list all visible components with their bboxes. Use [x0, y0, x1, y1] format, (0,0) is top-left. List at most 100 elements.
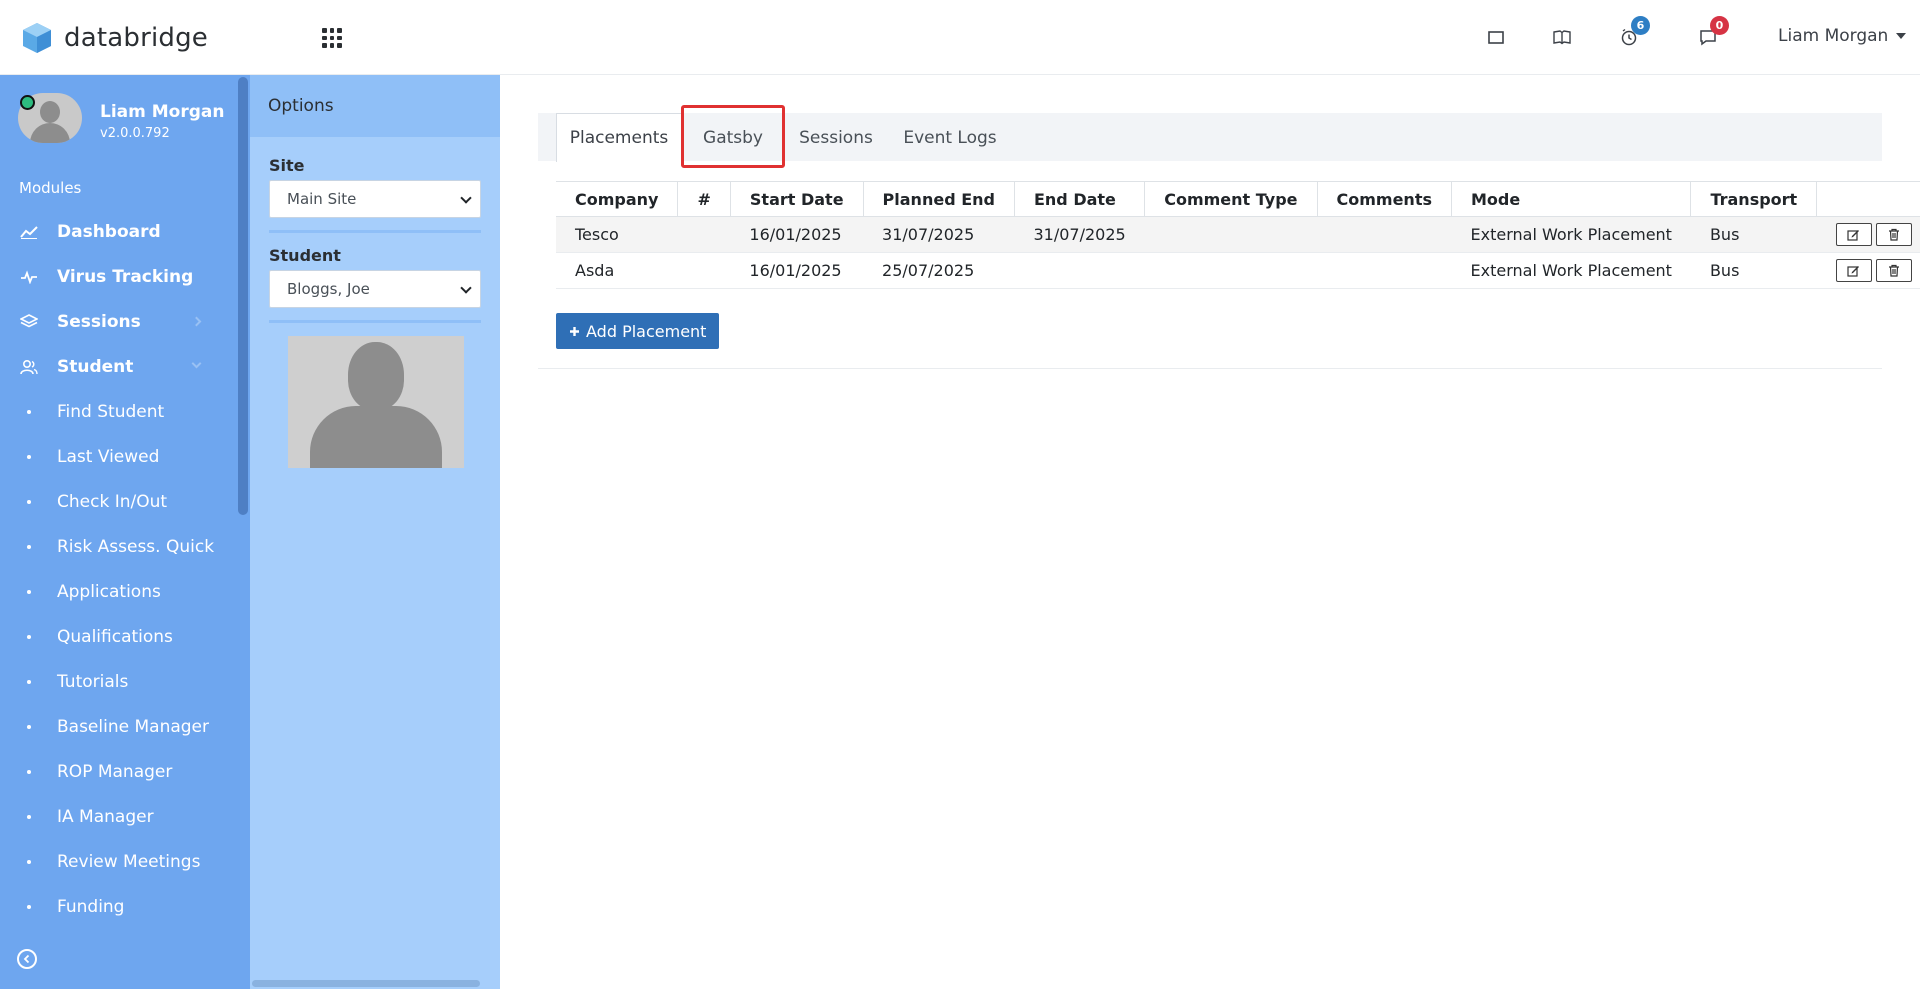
- logo[interactable]: databridge: [22, 22, 208, 54]
- sidebar-subitem-ia-manager[interactable]: IA Manager: [0, 794, 240, 839]
- sidebar-item-sessions[interactable]: Sessions: [0, 299, 240, 344]
- online-status-dot: [20, 95, 35, 110]
- table-header-row: Company # Start Date Planned End End Dat…: [556, 181, 1920, 217]
- cell-company: Tesco: [556, 216, 678, 253]
- sidebar-subitem-find-student[interactable]: Find Student: [0, 389, 240, 434]
- logo-text: databridge: [64, 23, 208, 53]
- cell-comments: [1317, 252, 1452, 289]
- site-label: Site: [269, 156, 305, 175]
- sidebar-subitem-tutorials[interactable]: Tutorials: [0, 659, 240, 704]
- sidebar: Liam Morgan v2.0.0.792 Modules Dashboard…: [0, 75, 250, 989]
- layers-icon: [20, 313, 38, 331]
- user-menu-name: Liam Morgan: [1778, 26, 1889, 46]
- options-panel: Options Site Main Site Student Bloggs, J…: [250, 75, 500, 989]
- divider: [269, 320, 481, 323]
- chevron-down-icon: [191, 358, 202, 369]
- chevron-down-icon: [460, 192, 472, 204]
- message-icon[interactable]: 0: [1696, 16, 1729, 49]
- sidebar-subitem-last-viewed[interactable]: Last Viewed: [0, 434, 240, 479]
- sidebar-subitem-baseline-manager[interactable]: Baseline Manager: [0, 704, 240, 749]
- column-header: Transport: [1690, 181, 1818, 217]
- student-photo: [288, 336, 464, 468]
- delete-button[interactable]: [1875, 223, 1912, 246]
- cube-logo-icon: [23, 23, 51, 53]
- apps-grid-icon[interactable]: [322, 28, 342, 48]
- delete-button[interactable]: [1875, 259, 1912, 282]
- edit-button[interactable]: [1835, 223, 1872, 246]
- sidebar-subitem-label: Review Meetings: [57, 851, 201, 872]
- tab-event-logs[interactable]: Event Logs: [888, 113, 1012, 162]
- sidebar-subitem-review-meetings[interactable]: Review Meetings: [0, 839, 240, 884]
- sidebar-item-virus-tracking[interactable]: Virus Tracking: [0, 254, 240, 299]
- sidebar-subitem-label: Applications: [57, 581, 161, 602]
- tab-label: Sessions: [799, 127, 873, 148]
- student-select[interactable]: Bloggs, Joe: [269, 270, 481, 308]
- column-header: Comment Type: [1144, 181, 1318, 217]
- divider: [538, 368, 1882, 369]
- sidebar-subitem-applications[interactable]: Applications: [0, 569, 240, 614]
- column-header: Company: [556, 181, 679, 217]
- options-title: Options: [250, 75, 500, 137]
- users-icon: [20, 358, 38, 376]
- cell-mode: External Work Placement: [1451, 252, 1691, 289]
- column-header: [1816, 181, 1920, 217]
- cell-transport: Bus: [1690, 252, 1817, 289]
- sidebar-subitem-label: Funding: [57, 896, 125, 917]
- sidebar-subitem-risk-assess-quick[interactable]: Risk Assess. Quick: [0, 524, 240, 569]
- collapse-sidebar-icon[interactable]: [17, 949, 37, 969]
- sidebar-subitem-check-in-out[interactable]: Check In/Out: [0, 479, 240, 524]
- sidebar-subitem-label: Risk Assess. Quick: [57, 536, 215, 557]
- table-row: Tesco 16/01/2025 31/07/2025 31/07/2025 E…: [556, 216, 1920, 253]
- cell-actions: [1816, 216, 1920, 253]
- column-header: Mode: [1451, 181, 1692, 217]
- add-placement-label: Add Placement: [586, 321, 707, 341]
- edit-button[interactable]: [1835, 259, 1872, 282]
- options-scrollbar[interactable]: [252, 980, 480, 987]
- site-select[interactable]: Main Site: [269, 180, 481, 218]
- sidebar-item-label: Student: [57, 356, 134, 377]
- sidebar-subitem-rop-manager[interactable]: ROP Manager: [0, 749, 240, 794]
- divider: [269, 230, 481, 233]
- clock-badge: 6: [1631, 16, 1650, 35]
- column-header: Comments: [1317, 181, 1452, 217]
- main-content: Placements Gatsby Sessions Event Logs Co…: [500, 75, 1920, 989]
- sidebar-item-dashboard[interactable]: Dashboard: [0, 209, 240, 254]
- cell-comment-type: [1144, 252, 1317, 289]
- cell-number: [677, 216, 731, 253]
- chart-line-icon: [20, 223, 38, 241]
- edit-icon: [1847, 265, 1860, 277]
- sidebar-subitem-qualifications[interactable]: Qualifications: [0, 614, 240, 659]
- chevron-icon: [191, 316, 202, 327]
- modules-label: Modules: [19, 179, 82, 197]
- cell-comments: [1317, 216, 1452, 253]
- cell-number: [677, 252, 731, 289]
- cell-end-date: 31/07/2025: [1014, 216, 1145, 253]
- tab-placements[interactable]: Placements: [556, 113, 682, 162]
- cell-planned-end: 31/07/2025: [863, 216, 1015, 253]
- plus-icon: [570, 326, 579, 336]
- sidebar-subitem-label: Baseline Manager: [57, 716, 209, 737]
- trash-icon: [1888, 264, 1899, 277]
- user-menu[interactable]: Liam Morgan: [1778, 26, 1907, 46]
- top-header: databridge 6 0 Liam Morgan: [0, 0, 1920, 75]
- sidebar-item-student[interactable]: Student: [0, 344, 240, 389]
- caret-down-icon: [1896, 33, 1907, 39]
- tab-sessions[interactable]: Sessions: [784, 113, 888, 162]
- screen-icon[interactable]: [1484, 25, 1508, 49]
- table-row: Asda 16/01/2025 25/07/2025 External Work…: [556, 252, 1920, 289]
- sidebar-subitem-funding[interactable]: Funding: [0, 884, 240, 929]
- sidebar-subitem-label: IA Manager: [57, 806, 154, 827]
- add-placement-button[interactable]: Add Placement: [556, 313, 720, 349]
- profile-name: Liam Morgan: [100, 102, 225, 122]
- placements-table: Company # Start Date Planned End End Dat…: [556, 181, 1920, 289]
- cell-planned-end: 25/07/2025: [863, 252, 1015, 289]
- site-select-value: Main Site: [287, 190, 357, 208]
- tab-label: Event Logs: [903, 127, 997, 148]
- sidebar-subitem-label: Check In/Out: [57, 491, 168, 512]
- highlight-box: [681, 105, 785, 168]
- column-header: Planned End: [863, 181, 1015, 217]
- clock-icon[interactable]: 6: [1617, 16, 1650, 49]
- book-open-icon[interactable]: [1550, 25, 1574, 49]
- sidebar-item-label: Virus Tracking: [57, 266, 194, 287]
- sidebar-item-label: Dashboard: [57, 221, 161, 242]
